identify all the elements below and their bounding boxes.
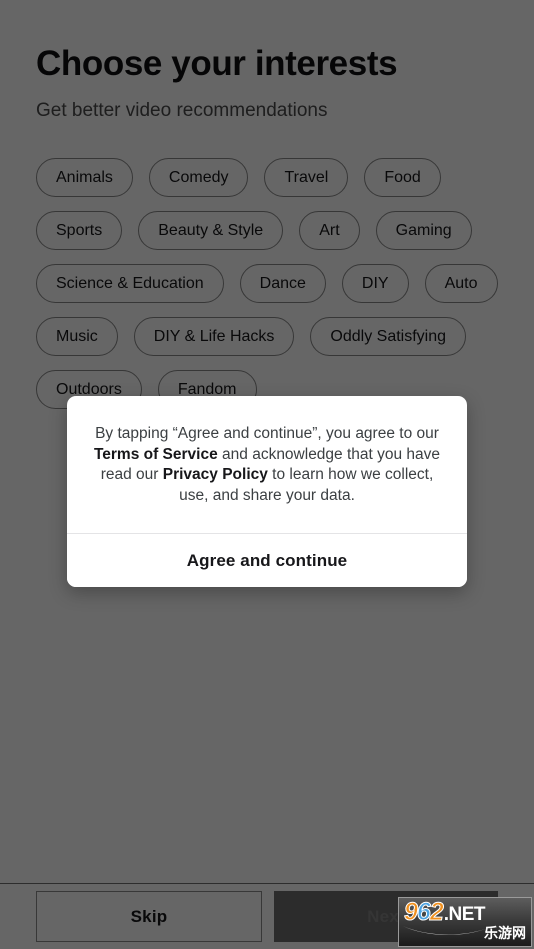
watermark-digit-9: 9 (404, 898, 419, 926)
watermark-digit-6: 6 (416, 898, 431, 926)
terms-of-service-link[interactable]: Terms of Service (94, 446, 218, 463)
watermark-net-text: .NET (443, 904, 486, 925)
consent-dialog-message: By tapping “Agree and continue”, you agr… (67, 396, 467, 533)
watermark-chinese-text: 乐游网 (484, 925, 526, 941)
site-watermark: 9 6 2 .NET 乐游网 (398, 897, 532, 947)
watermark-logotype: 9 6 2 .NET (404, 898, 486, 927)
consent-text-part1: By tapping “Agree and continue”, you agr… (95, 425, 439, 442)
watermark-digit-2: 2 (429, 898, 444, 926)
privacy-policy-link[interactable]: Privacy Policy (163, 466, 268, 483)
watermark-swoosh-icon (403, 926, 488, 935)
agree-and-continue-button[interactable]: Agree and continue (67, 534, 467, 587)
consent-dialog: By tapping “Agree and continue”, you agr… (67, 396, 467, 587)
